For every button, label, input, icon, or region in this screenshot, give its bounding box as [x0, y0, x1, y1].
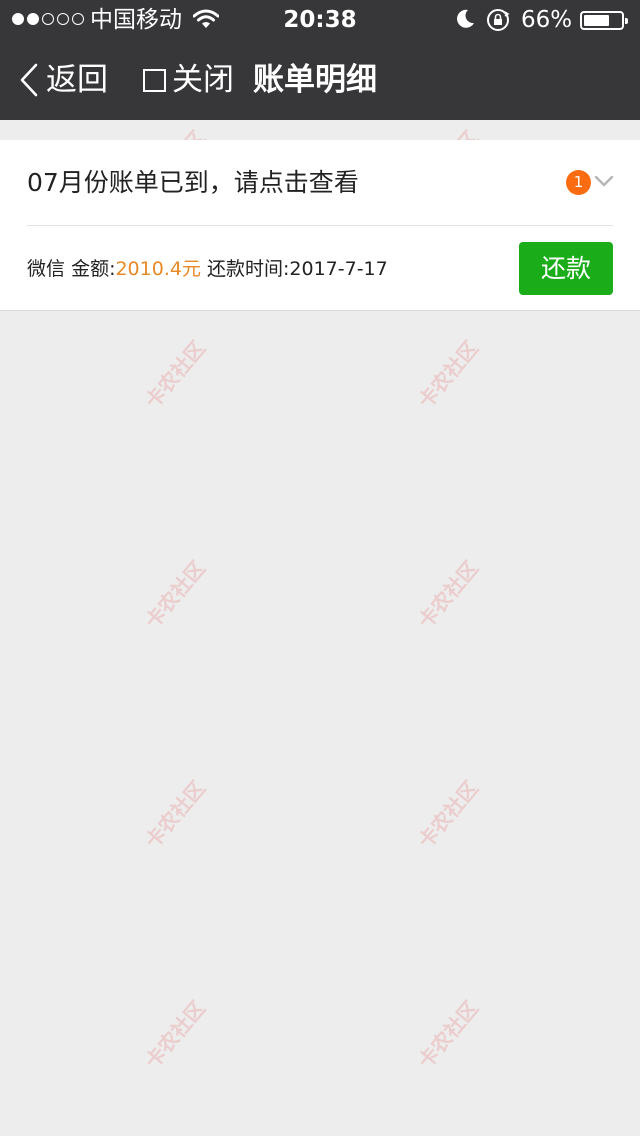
- due-label: 还款时间:: [207, 258, 290, 280]
- chevron-down-icon[interactable]: [593, 170, 615, 192]
- bill-header[interactable]: 07月份账单已到，请点击查看 1: [0, 140, 640, 226]
- bill-source: 微信: [27, 258, 66, 280]
- watermark: 卡农社区: [413, 556, 483, 633]
- back-button[interactable]: 返回: [18, 60, 108, 100]
- battery-percent: 66%: [521, 7, 573, 33]
- navigation-bar: 返回 关闭 账单明细: [0, 40, 640, 120]
- amount-label: 金额:: [71, 258, 116, 280]
- battery-fill: [584, 15, 609, 26]
- watermark: 卡农社区: [413, 996, 483, 1073]
- watermark: 卡农社区: [140, 556, 210, 633]
- watermark: 卡农社区: [140, 776, 210, 853]
- moon-icon: [457, 9, 474, 28]
- watermark: 卡农社区: [140, 996, 210, 1073]
- bill-info: 微信 金额:2010.4元 还款时间:2017-7-17: [27, 252, 388, 286]
- watermark: 卡农社区: [413, 776, 483, 853]
- back-label: 返回: [46, 62, 108, 98]
- chevron-left-icon: [20, 63, 38, 97]
- status-bar: 中国移动 20:38 66%: [0, 0, 640, 40]
- watermark: 卡农社区: [413, 336, 483, 413]
- watermark: 卡农社区: [140, 336, 210, 413]
- battery-icon: [580, 11, 628, 30]
- top-bar: 中国移动 20:38 66% 返回 关闭 账单明细: [0, 0, 640, 120]
- due-date: 2017-7-17: [289, 258, 388, 280]
- unread-badge: 1: [566, 170, 591, 195]
- bill-card: 07月份账单已到，请点击查看 1 微信 金额:2010.4元 还款时间:2017…: [0, 140, 640, 311]
- close-button[interactable]: 关闭: [143, 60, 234, 100]
- repay-button[interactable]: 还款: [519, 242, 613, 295]
- screen: 中国移动 20:38 66% 返回 关闭 账单明细 卡农社区 卡农社区 卡农社区…: [0, 0, 640, 1136]
- amount-value: 2010.4元: [115, 258, 201, 280]
- page-title: 账单明细: [253, 62, 377, 98]
- battery-tip: [625, 18, 628, 24]
- checkbox-icon: [143, 68, 166, 92]
- close-label: 关闭: [172, 62, 234, 98]
- bill-title: 07月份账单已到，请点击查看: [27, 168, 359, 197]
- rotation-lock-icon: [487, 9, 510, 31]
- divider: [27, 225, 613, 226]
